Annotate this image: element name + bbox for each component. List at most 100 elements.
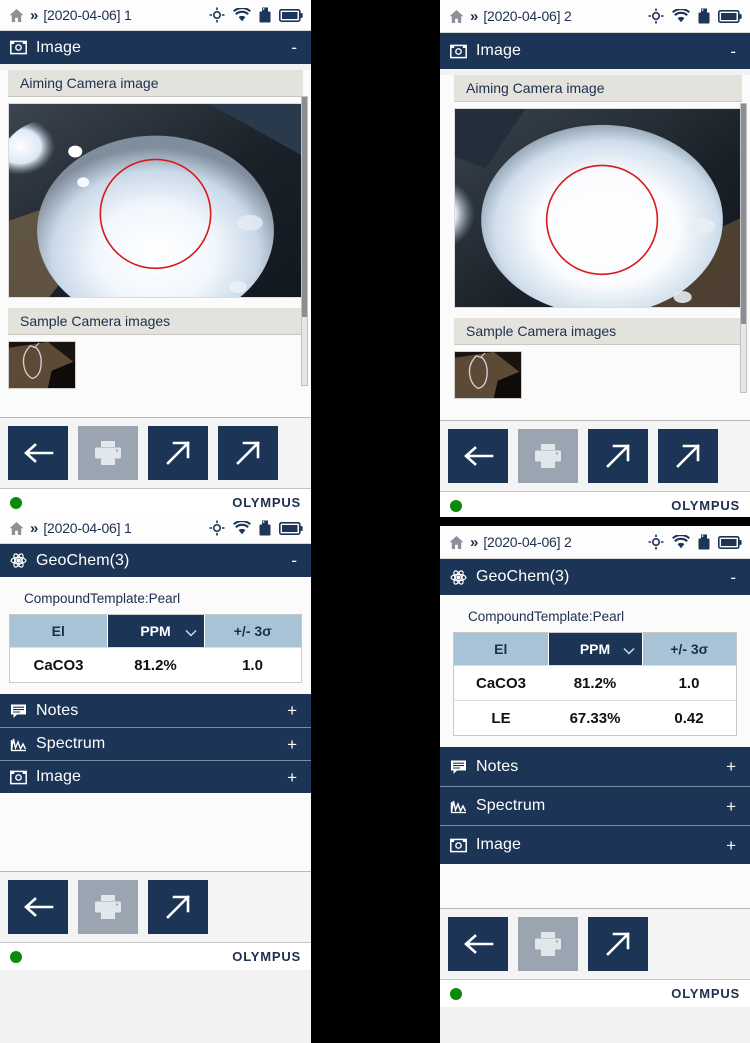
- export-button[interactable]: [148, 880, 208, 934]
- print-button[interactable]: [78, 880, 138, 934]
- wifi-icon: [233, 8, 251, 22]
- export-button[interactable]: [148, 426, 208, 480]
- table-row[interactable]: CaCO3 81.2% 1.0: [454, 665, 736, 701]
- table-row[interactable]: LE 67.33% 0.42: [454, 700, 736, 735]
- home-icon[interactable]: [448, 8, 465, 25]
- section-label: Spectrum: [476, 797, 546, 814]
- print-button[interactable]: [78, 426, 138, 480]
- print-button[interactable]: [518, 429, 578, 483]
- wifi-icon: [233, 521, 251, 535]
- cell-element: LE: [454, 700, 548, 735]
- target-icon: [209, 520, 225, 536]
- battery-icon: [718, 9, 742, 23]
- table-header-row: El PPM +/- 3σ: [10, 615, 301, 648]
- home-icon[interactable]: [8, 7, 25, 24]
- share-button[interactable]: [658, 429, 718, 483]
- aiming-camera-image-wrap[interactable]: [454, 108, 742, 308]
- expand-toggle[interactable]: +: [726, 798, 740, 815]
- column-header-ppm[interactable]: PPM: [548, 633, 643, 666]
- panel-top-left: » [2020-04-06] 1 Image - Aiming Camera i…: [0, 0, 311, 513]
- column-header-ppm-label: PPM: [579, 641, 611, 657]
- section-header-image[interactable]: Image +: [440, 825, 750, 864]
- spectrum-icon: [10, 736, 27, 753]
- column-header-el[interactable]: El: [10, 615, 108, 648]
- section-label: Image: [36, 38, 81, 56]
- section-header-geochem[interactable]: GeoChem(3) -: [0, 544, 311, 577]
- section-header-image[interactable]: Image +: [0, 760, 311, 793]
- battery-icon: [718, 535, 742, 549]
- cell-sigma: 1.0: [204, 647, 301, 682]
- expand-toggle[interactable]: +: [287, 769, 301, 786]
- panel-bottom-left: » [2020-04-06] 1 GeoChem(3) - CompoundTe…: [0, 513, 311, 1043]
- cell-ppm: 67.33%: [548, 700, 642, 735]
- results-table: El PPM +/- 3σ CaCO3 81.2% 1.0: [10, 615, 301, 682]
- expand-toggle[interactable]: +: [726, 837, 740, 854]
- toolbar: [0, 417, 311, 488]
- vertical-scrollbar[interactable]: [301, 96, 308, 386]
- target-icon: [648, 534, 664, 550]
- section-header-spectrum[interactable]: Spectrum +: [440, 786, 750, 825]
- breadcrumb-chevrons[interactable]: »: [470, 534, 478, 551]
- export-button[interactable]: [588, 917, 648, 971]
- chevron-down-icon[interactable]: [622, 642, 635, 658]
- cell-element: CaCO3: [454, 665, 548, 701]
- collapse-toggle[interactable]: -: [730, 43, 740, 60]
- collapse-toggle[interactable]: -: [291, 552, 301, 569]
- target-icon: [209, 7, 225, 23]
- back-button[interactable]: [448, 917, 508, 971]
- panel-top-right: » [2020-04-06] 2 Image - Aiming Camera i…: [440, 0, 750, 517]
- column-header-sigma[interactable]: +/- 3σ: [204, 615, 301, 648]
- chevron-down-icon[interactable]: [184, 624, 197, 640]
- usb-icon: [259, 520, 271, 536]
- expand-toggle[interactable]: +: [287, 736, 301, 753]
- footer: OLYMPUS: [0, 942, 311, 970]
- arrow-up-right-icon: [166, 895, 190, 919]
- toolbar: [440, 420, 750, 491]
- status-bar: » [2020-04-06] 1: [0, 0, 311, 31]
- empty-space: [440, 864, 750, 908]
- back-button[interactable]: [8, 426, 68, 480]
- section-header-notes[interactable]: Notes +: [0, 694, 311, 727]
- sample-thumbnail[interactable]: [8, 341, 76, 389]
- breadcrumb-chevrons[interactable]: »: [30, 520, 38, 537]
- aiming-camera-image[interactable]: [454, 108, 742, 308]
- arrow-up-right-icon: [606, 444, 630, 468]
- results-table-wrap: El PPM +/- 3σ CaCO3 81.2% 1.0: [0, 615, 311, 694]
- back-button[interactable]: [448, 429, 508, 483]
- back-button[interactable]: [8, 880, 68, 934]
- status-indicator-dot: [10, 496, 22, 509]
- share-button[interactable]: [218, 426, 278, 480]
- column-header-ppm[interactable]: PPM: [107, 615, 205, 648]
- section-header-spectrum[interactable]: Spectrum +: [0, 727, 311, 760]
- section-header-image[interactable]: Image -: [0, 31, 311, 64]
- aiming-camera-label: Aiming Camera image: [8, 70, 303, 97]
- section-label: Image: [36, 768, 81, 785]
- expand-toggle[interactable]: +: [287, 702, 301, 719]
- collapse-toggle[interactable]: -: [291, 39, 301, 56]
- column-header-sigma[interactable]: +/- 3σ: [642, 633, 736, 666]
- collapse-toggle[interactable]: -: [730, 569, 740, 586]
- table-row[interactable]: CaCO3 81.2% 1.0: [10, 647, 301, 682]
- section-header-image[interactable]: Image -: [440, 33, 750, 69]
- home-icon[interactable]: [448, 534, 465, 551]
- arrow-up-right-icon: [676, 444, 700, 468]
- battery-icon: [279, 521, 303, 535]
- status-indicator-dot: [10, 950, 22, 963]
- export-button[interactable]: [588, 429, 648, 483]
- aiming-camera-image[interactable]: [8, 103, 303, 298]
- vertical-scrollbar[interactable]: [740, 103, 747, 393]
- home-icon[interactable]: [8, 520, 25, 537]
- expand-toggle[interactable]: +: [726, 758, 740, 775]
- olympus-logo: OLYMPUS: [232, 949, 301, 964]
- sample-thumbnail[interactable]: [454, 351, 522, 399]
- section-header-geochem[interactable]: GeoChem(3) -: [440, 559, 750, 595]
- aiming-camera-image-wrap[interactable]: [8, 103, 303, 298]
- spectrum-icon: [450, 798, 467, 815]
- status-title: [2020-04-06] 1: [43, 7, 132, 23]
- breadcrumb-chevrons[interactable]: »: [30, 7, 38, 24]
- status-bar: » [2020-04-06] 1: [0, 513, 311, 544]
- print-button[interactable]: [518, 917, 578, 971]
- column-header-el[interactable]: El: [454, 633, 549, 666]
- section-header-notes[interactable]: Notes +: [440, 747, 750, 786]
- breadcrumb-chevrons[interactable]: »: [470, 8, 478, 25]
